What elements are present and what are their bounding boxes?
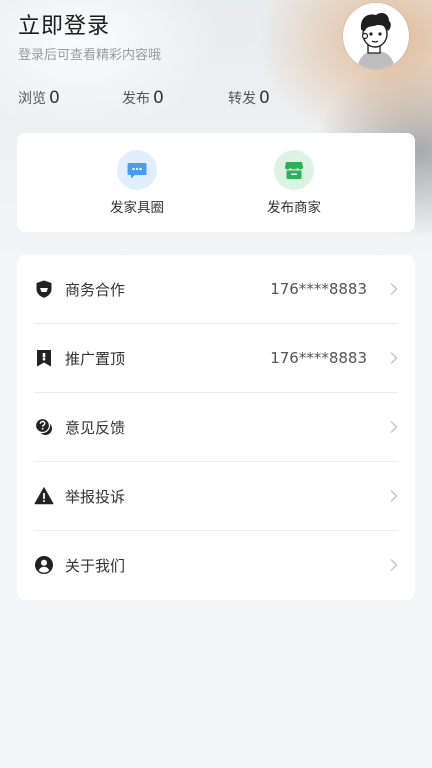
- quick-action-label: 发家具圈: [110, 200, 164, 216]
- stat-posts[interactable]: 发布 0: [122, 88, 164, 108]
- chevron-right-icon: [390, 421, 398, 433]
- chevron-right-icon: [390, 283, 398, 295]
- menu-item-label: 关于我们: [65, 557, 126, 575]
- stat-value: 0: [49, 88, 60, 108]
- shield-icon: [36, 280, 52, 298]
- avatar-illustration-icon: [343, 3, 409, 69]
- chevron-right-icon: [390, 352, 398, 364]
- login-title[interactable]: 立即登录: [18, 8, 161, 40]
- warning-icon: [34, 487, 54, 505]
- avatar[interactable]: [343, 3, 409, 69]
- menu-item-label: 商务合作: [65, 281, 126, 299]
- feedback-icon: [34, 417, 52, 435]
- menu-item-label: 推广置顶: [65, 350, 126, 368]
- quick-actions-card: 发家具圈 发布商家: [17, 133, 415, 232]
- stat-value: 0: [259, 88, 270, 108]
- stat-label: 转发: [228, 91, 256, 107]
- post-furniture-circle-button[interactable]: 发家具圈: [82, 150, 192, 216]
- menu-item-business-cooperation[interactable]: 商务合作 176****8883: [17, 255, 415, 324]
- menu-item-report-complaint[interactable]: 举报投诉: [17, 462, 415, 531]
- login-subtitle: 登录后可查看精彩内容哦: [18, 48, 162, 63]
- user-icon: [35, 556, 53, 574]
- settings-menu: 商务合作 176****8883 推广置顶 176****8883 意见反馈 举…: [17, 255, 415, 600]
- publish-merchant-button[interactable]: 发布商家: [239, 150, 349, 216]
- chevron-right-icon: [390, 559, 398, 571]
- chat-bubble-icon: [117, 150, 157, 190]
- menu-item-label: 举报投诉: [65, 488, 126, 506]
- stat-label: 浏览: [18, 91, 46, 107]
- stat-views[interactable]: 浏览 0: [18, 88, 60, 108]
- bookmark-icon: [37, 350, 51, 367]
- stat-shares[interactable]: 转发 0: [228, 88, 270, 108]
- stat-value: 0: [153, 88, 164, 108]
- login-prompt[interactable]: 立即登录 登录后可查看精彩内容哦: [18, 8, 161, 63]
- menu-item-label: 意见反馈: [65, 419, 126, 437]
- quick-action-label: 发布商家: [267, 200, 321, 216]
- chevron-right-icon: [390, 490, 398, 502]
- menu-item-value: 176****8883: [270, 349, 367, 367]
- menu-item-about-us[interactable]: 关于我们: [17, 531, 415, 600]
- stat-label: 发布: [122, 91, 150, 107]
- menu-item-value: 176****8883: [270, 280, 367, 298]
- menu-item-promotion-pin[interactable]: 推广置顶 176****8883: [17, 324, 415, 393]
- menu-item-feedback[interactable]: 意见反馈: [17, 393, 415, 462]
- shop-icon: [274, 150, 314, 190]
